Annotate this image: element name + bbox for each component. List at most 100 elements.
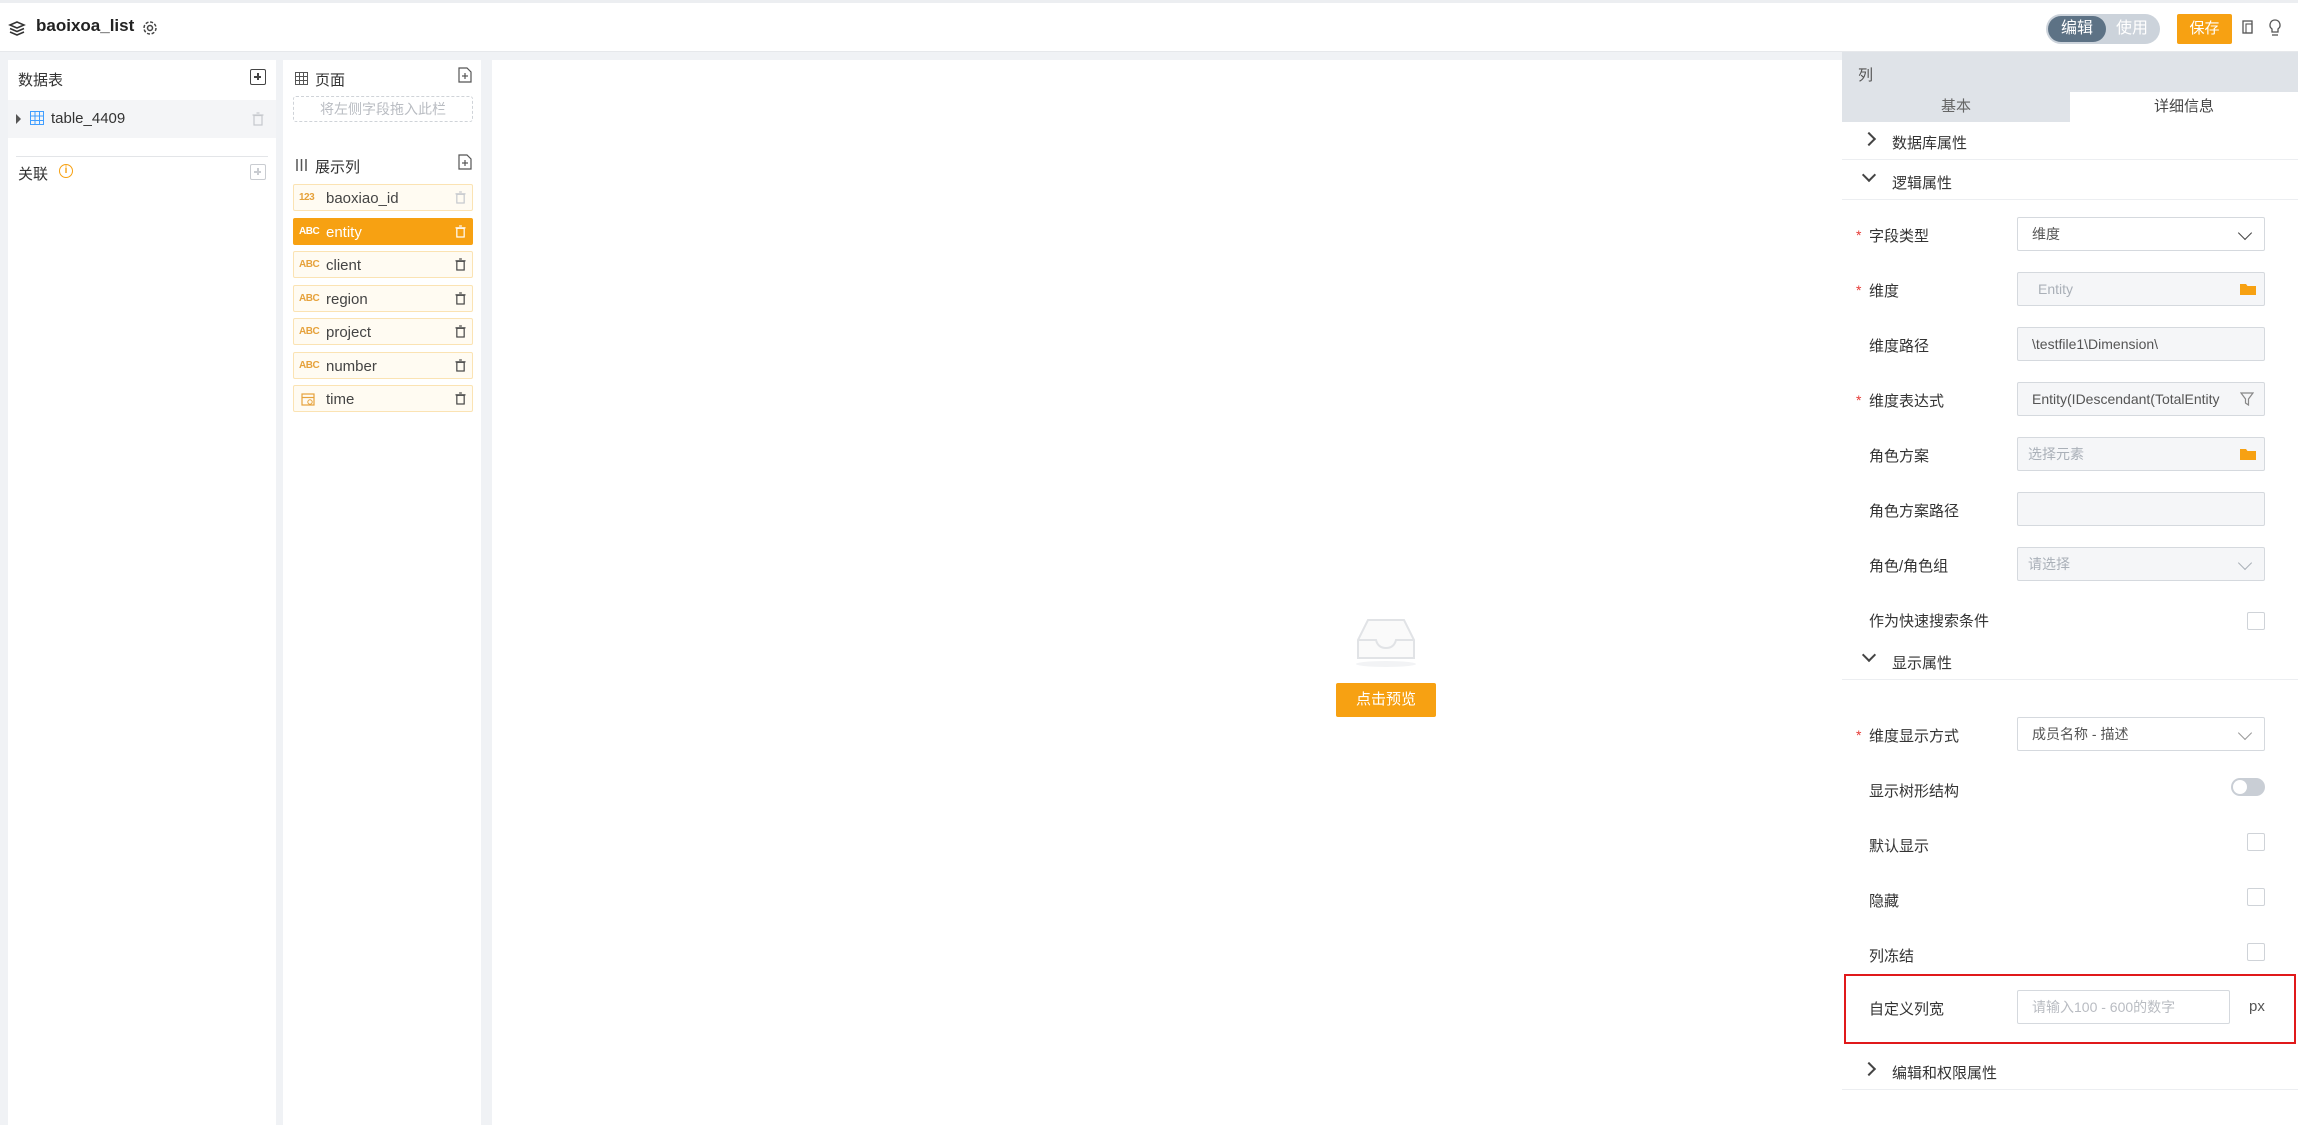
dimension-path-field: \testfile1\Dimension\ <box>2017 327 2265 361</box>
section-db-properties[interactable]: 数据库属性 <box>1842 122 2298 160</box>
field-name: region <box>326 290 368 308</box>
tables-header: 数据表 <box>18 72 64 89</box>
page-drop-zone[interactable]: 将左侧字段拖入此栏 <box>293 96 473 122</box>
preview-button[interactable]: 点击预览 <box>1336 683 1436 717</box>
field-name: time <box>326 391 355 408</box>
field-name: baoxiao_id <box>326 190 399 207</box>
role-scheme-field[interactable]: 选择元素 <box>2017 437 2265 471</box>
field-name: number <box>326 357 377 375</box>
copy-icon[interactable] <box>2239 18 2257 38</box>
section-display-properties[interactable]: 显示属性 <box>1842 642 2298 680</box>
dimension-path-label: 维度路径 <box>1869 338 1930 355</box>
freeze-checkbox[interactable] <box>2247 943 2265 961</box>
field-item[interactable]: ABC client <box>293 251 473 278</box>
trash-icon[interactable] <box>455 258 466 271</box>
text-type-icon: ABC <box>299 259 320 270</box>
tab-basic[interactable]: 基本 <box>1842 92 2070 122</box>
field-type-value: 维度 <box>2032 226 2060 242</box>
columns-icon <box>296 159 307 171</box>
mode-toggle[interactable]: 编辑 使用 <box>2046 14 2160 44</box>
text-type-icon: ABC <box>299 359 320 371</box>
chevron-down-icon <box>1861 167 1877 183</box>
section-label: 编辑和权限属性 <box>1892 1065 1998 1082</box>
folder-icon[interactable] <box>2240 448 2256 460</box>
chevron-right-icon <box>1861 1061 1877 1077</box>
trash-icon[interactable] <box>455 291 466 305</box>
hide-checkbox[interactable] <box>2247 888 2265 906</box>
filter-icon[interactable] <box>2240 392 2254 406</box>
required-mark: * <box>1856 727 1862 743</box>
section-label: 显示属性 <box>1892 655 1953 672</box>
default-show-label: 默认显示 <box>1869 838 1930 855</box>
role-scheme-placeholder: 选择元素 <box>2028 446 2084 462</box>
field-item[interactable]: ABC project <box>293 318 473 345</box>
top-bar: baoixoa_list 编辑 使用 保存 <box>0 0 2298 52</box>
field-item[interactable]: time <box>293 385 473 412</box>
mode-edit-option[interactable]: 编辑 <box>2048 16 2106 42</box>
chevron-down-icon <box>2237 725 2253 741</box>
custom-width-input[interactable]: 请输入100 - 600的数字 <box>2017 990 2230 1024</box>
hide-label: 隐藏 <box>1869 893 1900 910</box>
trash-icon[interactable] <box>455 191 466 204</box>
dimension-placeholder: Entity <box>2038 281 2074 297</box>
folder-icon[interactable] <box>2240 283 2256 295</box>
bulb-icon[interactable] <box>2266 18 2284 38</box>
required-mark: * <box>1856 282 1862 298</box>
info-icon[interactable]: i <box>59 164 73 178</box>
trash-icon[interactable] <box>455 392 466 405</box>
dimension-field[interactable]: Entity <box>2017 272 2265 306</box>
required-mark: * <box>1856 227 1862 243</box>
quick-search-label: 作为快速搜索条件 <box>1869 613 1990 630</box>
columns-label: 展示列 <box>315 159 361 176</box>
role-group-select[interactable]: 请选择 <box>2017 547 2265 581</box>
panel-title: 列 <box>1842 52 2298 92</box>
field-item[interactable]: ABC region <box>293 284 473 312</box>
text-type-icon: ABC <box>299 326 320 337</box>
chevron-down-icon <box>2237 555 2253 571</box>
section-logic-properties[interactable]: 逻辑属性 <box>1842 162 2298 200</box>
tab-detail[interactable]: 详细信息 <box>2070 92 2298 122</box>
gear-icon[interactable] <box>141 19 159 37</box>
field-item[interactable]: ABC entity <box>293 217 473 245</box>
trash-icon[interactable] <box>455 325 466 338</box>
trash-icon[interactable] <box>455 358 466 372</box>
properties-panel: 列 基本 详细信息 数据库属性 逻辑属性 * 字段类型 维度 * 维度 Enti… <box>1842 52 2298 1125</box>
dimension-expr-field[interactable]: Entity(IDescendant(TotalEntity <box>2017 382 2265 416</box>
field-type-label: 字段类型 <box>1869 228 1930 245</box>
expand-caret-icon[interactable] <box>16 114 21 124</box>
field-type-select[interactable]: 维度 <box>2017 217 2265 251</box>
tree-structure-switch[interactable] <box>2231 778 2265 796</box>
add-page-icon[interactable] <box>458 67 472 83</box>
add-column-icon[interactable] <box>458 154 472 170</box>
dimension-expr-label: 维度表达式 <box>1869 393 1945 410</box>
relations-header: 关联 <box>18 166 49 183</box>
save-button[interactable]: 保存 <box>2177 14 2232 44</box>
section-label: 逻辑属性 <box>1892 175 1953 192</box>
default-show-checkbox[interactable] <box>2247 833 2265 851</box>
chevron-down-icon <box>2237 225 2253 241</box>
field-item[interactable]: ABC number <box>293 351 473 379</box>
trash-icon[interactable] <box>455 224 466 238</box>
layers-icon <box>8 21 26 36</box>
empty-inbox-icon <box>1356 619 1416 667</box>
mode-use-option[interactable]: 使用 <box>2106 14 2158 44</box>
role-scheme-path-field <box>2017 492 2265 526</box>
section-label: 数据库属性 <box>1892 135 1968 152</box>
add-table-icon[interactable] <box>250 69 266 85</box>
page-label: 页面 <box>315 72 346 89</box>
tables-panel: 数据表 table_4409 关联 i <box>8 60 276 1125</box>
role-group-placeholder: 请选择 <box>2028 556 2070 572</box>
dim-display-value: 成员名称 - 描述 <box>2032 726 2129 742</box>
role-scheme-label: 角色方案 <box>1869 448 1930 465</box>
trash-icon[interactable] <box>252 112 264 126</box>
add-relation-icon[interactable] <box>250 164 266 180</box>
width-unit: px <box>2249 998 2265 1015</box>
field-item[interactable]: 123 baoxiao_id <box>293 184 473 211</box>
quick-search-checkbox[interactable] <box>2247 612 2265 630</box>
table-row[interactable]: table_4409 <box>8 100 276 138</box>
dimension-label: 维度 <box>1869 283 1900 300</box>
field-name: client <box>326 257 362 274</box>
section-edit-permission-properties[interactable]: 编辑和权限属性 <box>1842 1052 2298 1090</box>
role-scheme-path-label: 角色方案路径 <box>1869 503 1960 520</box>
dim-display-select[interactable]: 成员名称 - 描述 <box>2017 717 2265 751</box>
